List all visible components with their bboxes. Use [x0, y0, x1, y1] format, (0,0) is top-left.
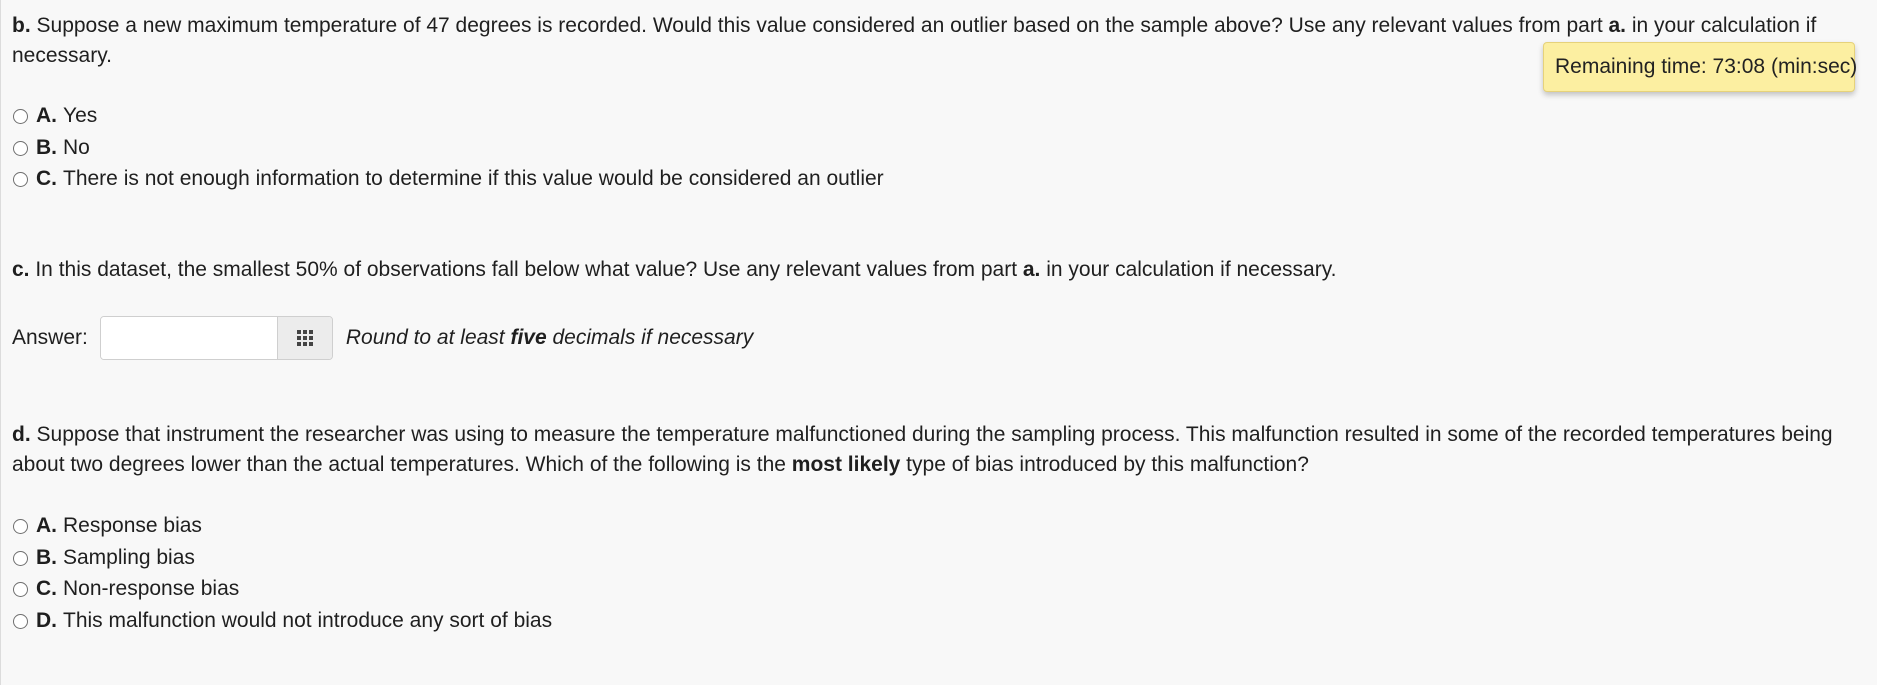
question-b-option-b[interactable]: B. No [13, 136, 90, 160]
option-text: No [63, 136, 90, 159]
keypad-button[interactable] [276, 317, 332, 359]
hint-bold: five [510, 326, 547, 349]
answer-field-group [99, 316, 333, 360]
question-c-text-part2: in your calculation if necessary. [1040, 258, 1337, 281]
option-letter: B. [36, 136, 57, 159]
option-text: There is not enough information to deter… [63, 167, 884, 190]
remaining-time-banner: Remaining time: 73:08 (min:sec) [1543, 42, 1857, 92]
question-c-text: c. In this dataset, the smallest 50% of … [12, 255, 1867, 285]
question-d-emphasis: most likely [791, 453, 901, 476]
answer-label: Answer: [12, 326, 88, 349]
question-d-option-b[interactable]: B. Sampling bias [13, 546, 195, 570]
hint-text-2: decimals if necessary [546, 326, 754, 349]
question-b-part-ref: a. [1608, 14, 1627, 37]
question-d-text-part2: type of bias introduced by this malfunct… [900, 453, 1309, 476]
radio-d-c[interactable] [13, 581, 28, 597]
radio-d-a[interactable] [13, 518, 28, 534]
radio-d-d[interactable] [13, 613, 28, 629]
keypad-grid-icon [296, 330, 313, 346]
question-b-option-c[interactable]: C. There is not enough information to de… [13, 167, 884, 191]
question-d-option-d[interactable]: D. This malfunction would not introduce … [13, 609, 552, 633]
rounding-hint: Round to at least five decimals if neces… [346, 326, 753, 350]
question-d-text: d. Suppose that instrument the researche… [12, 420, 1867, 480]
option-text: This malfunction would not introduce any… [63, 609, 553, 632]
quiz-page: b. Suppose a new maximum temperature of … [0, 0, 1877, 685]
question-b-option-a[interactable]: A. Yes [13, 104, 97, 128]
radio-b-b[interactable] [13, 140, 28, 156]
question-b-text-part1: Suppose a new maximum temperature of 47 … [30, 14, 1609, 37]
option-text: Non-response bias [63, 577, 240, 600]
radio-b-a[interactable] [13, 108, 28, 124]
question-b-label: b. [12, 14, 31, 37]
option-letter: B. [36, 546, 57, 569]
question-d-label: d. [12, 423, 31, 446]
hint-text-1: Round to at least [345, 326, 511, 349]
question-c-text-part1: In this dataset, the smallest 50% of obs… [29, 258, 1023, 281]
answer-input[interactable] [100, 317, 277, 359]
option-letter: A. [36, 104, 57, 127]
answer-row: Answer: Round to at least five decimals … [12, 315, 753, 361]
question-d-option-c[interactable]: C. Non-response bias [13, 577, 239, 601]
question-c-label: c. [12, 258, 30, 281]
option-letter: C. [36, 167, 57, 190]
radio-d-b[interactable] [13, 550, 28, 566]
question-d-option-a[interactable]: A. Response bias [13, 514, 202, 538]
option-text: Response bias [63, 514, 202, 537]
option-text: Yes [63, 104, 98, 127]
option-text: Sampling bias [63, 546, 195, 569]
option-letter: C. [36, 577, 57, 600]
question-c-part-ref: a. [1022, 258, 1041, 281]
option-letter: A. [36, 514, 57, 537]
option-letter: D. [36, 609, 57, 632]
radio-b-c[interactable] [13, 171, 28, 187]
